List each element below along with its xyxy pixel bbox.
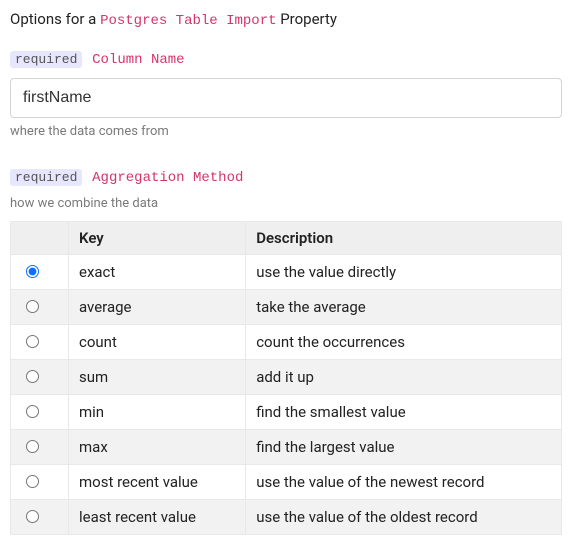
option-key: average — [69, 290, 246, 325]
aggregation-radio[interactable] — [26, 335, 39, 348]
option-key: min — [69, 395, 246, 430]
radio-cell — [11, 255, 69, 290]
heading-prefix: Options for a — [10, 10, 100, 28]
radio-cell — [11, 290, 69, 325]
option-key: most recent value — [69, 465, 246, 500]
table-row: exactuse the value directly — [11, 255, 562, 290]
option-key: least recent value — [69, 500, 246, 535]
option-description: use the value directly — [246, 255, 562, 290]
aggregation-label-row: required Aggregation Method — [10, 167, 562, 186]
table-row: maxfind the largest value — [11, 430, 562, 465]
option-key: sum — [69, 360, 246, 395]
table-header-radio — [11, 222, 69, 255]
options-heading: Options for a Postgres Table Import Prop… — [10, 10, 562, 29]
aggregation-options-table: Key Description exactuse the value direc… — [10, 221, 562, 535]
radio-cell — [11, 325, 69, 360]
aggregation-method-label: Aggregation Method — [92, 170, 243, 186]
source-name: Postgres Table Import — [100, 13, 276, 29]
table-row: minfind the smallest value — [11, 395, 562, 430]
column-name-label: Column Name — [92, 52, 184, 68]
radio-cell — [11, 465, 69, 500]
table-header-key: Key — [69, 222, 246, 255]
option-description: take the average — [246, 290, 562, 325]
aggregation-helper: how we combine the data — [10, 196, 562, 211]
required-badge: required — [10, 169, 82, 186]
table-row: sumadd it up — [11, 360, 562, 395]
table-row: averagetake the average — [11, 290, 562, 325]
aggregation-radio[interactable] — [26, 265, 39, 278]
aggregation-radio[interactable] — [26, 370, 39, 383]
aggregation-radio[interactable] — [26, 405, 39, 418]
table-header-description: Description — [246, 222, 562, 255]
required-badge: required — [10, 51, 82, 68]
option-key: exact — [69, 255, 246, 290]
radio-cell — [11, 360, 69, 395]
radio-cell — [11, 395, 69, 430]
option-description: find the largest value — [246, 430, 562, 465]
option-description: use the value of the oldest record — [246, 500, 562, 535]
radio-cell — [11, 430, 69, 465]
option-key: count — [69, 325, 246, 360]
column-name-input[interactable] — [10, 78, 562, 118]
option-description: find the smallest value — [246, 395, 562, 430]
heading-suffix: Property — [277, 10, 338, 28]
option-description: use the value of the newest record — [246, 465, 562, 500]
aggregation-radio[interactable] — [26, 300, 39, 313]
option-description: add it up — [246, 360, 562, 395]
table-row: most recent valueuse the value of the ne… — [11, 465, 562, 500]
aggregation-radio[interactable] — [26, 440, 39, 453]
option-description: count the occurrences — [246, 325, 562, 360]
table-row: least recent valueuse the value of the o… — [11, 500, 562, 535]
radio-cell — [11, 500, 69, 535]
aggregation-radio[interactable] — [26, 475, 39, 488]
column-name-helper: where the data comes from — [10, 124, 562, 139]
table-row: countcount the occurrences — [11, 325, 562, 360]
aggregation-radio[interactable] — [26, 510, 39, 523]
column-name-label-row: required Column Name — [10, 49, 562, 68]
option-key: max — [69, 430, 246, 465]
